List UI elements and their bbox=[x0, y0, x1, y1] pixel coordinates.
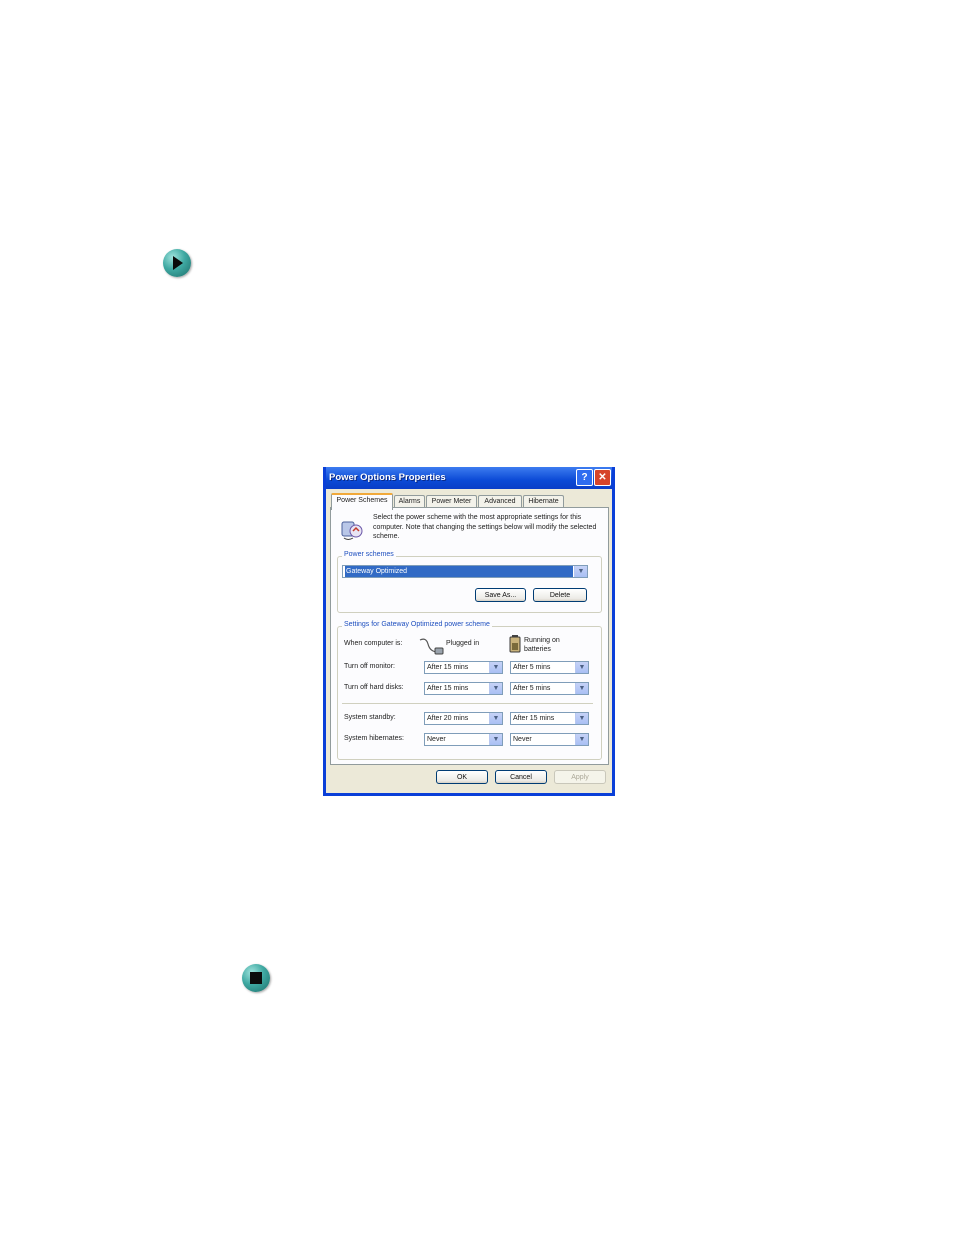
hard-disks-plugged-value: After 15 mins bbox=[427, 685, 469, 692]
standby-plugged-value: After 20 mins bbox=[427, 715, 469, 722]
on-batteries-label: Running on batteries bbox=[524, 637, 560, 653]
power-scheme-value: Gateway Optimized bbox=[345, 566, 573, 577]
settings-divider bbox=[342, 703, 593, 704]
settings-group: Settings for Gateway Optimized power sch… bbox=[337, 621, 602, 760]
title-bar[interactable]: Power Options Properties ? ✕ bbox=[326, 467, 612, 489]
power-options-dialog: Power Options Properties ? ✕ Power Schem… bbox=[323, 467, 615, 796]
chevron-down-icon[interactable]: ▼ bbox=[575, 683, 588, 694]
battery-icon bbox=[509, 635, 521, 653]
hibernates-plugged-select[interactable]: Never ▼ bbox=[424, 733, 503, 746]
intro-text: Select the power scheme with the most ap… bbox=[373, 514, 597, 540]
ok-button[interactable]: OK bbox=[436, 770, 488, 784]
help-button[interactable]: ? bbox=[576, 469, 593, 486]
chevron-down-icon[interactable]: ▼ bbox=[489, 662, 502, 673]
hibernates-plugged-value: Never bbox=[427, 736, 446, 743]
cancel-button[interactable]: Cancel bbox=[495, 770, 547, 784]
power-schemes-panel: Select the power scheme with the most ap… bbox=[330, 507, 609, 765]
procedure-start-icon bbox=[163, 249, 191, 277]
standby-battery-value: After 15 mins bbox=[513, 715, 555, 722]
power-scheme-icon bbox=[341, 521, 363, 540]
chevron-down-icon[interactable]: ▼ bbox=[574, 566, 587, 577]
standby-battery-select[interactable]: After 15 mins ▼ bbox=[510, 712, 589, 725]
close-button[interactable]: ✕ bbox=[594, 469, 611, 486]
plugged-in-label: Plugged in bbox=[446, 640, 480, 647]
chevron-down-icon[interactable]: ▼ bbox=[575, 713, 588, 724]
standby-label: System standby: bbox=[344, 714, 396, 721]
monitor-battery-value: After 5 mins bbox=[513, 664, 551, 671]
monitor-battery-select[interactable]: After 5 mins ▼ bbox=[510, 661, 589, 674]
power-schemes-group: Power schemes Gateway Optimized ▼ Save A… bbox=[337, 551, 602, 613]
hibernates-battery-select[interactable]: Never ▼ bbox=[510, 733, 589, 746]
when-computer-label: When computer is: bbox=[344, 640, 403, 647]
power-schemes-legend: Power schemes bbox=[342, 551, 396, 558]
stop-square-icon bbox=[250, 972, 262, 984]
standby-plugged-select[interactable]: After 20 mins ▼ bbox=[424, 712, 503, 725]
chevron-down-icon[interactable]: ▼ bbox=[575, 734, 588, 745]
hard-disks-battery-value: After 5 mins bbox=[513, 685, 551, 692]
procedure-end-icon bbox=[242, 964, 270, 992]
monitor-label: Turn off monitor: bbox=[344, 663, 395, 670]
save-as-button[interactable]: Save As... bbox=[475, 588, 526, 602]
plug-icon bbox=[419, 638, 444, 655]
settings-legend: Settings for Gateway Optimized power sch… bbox=[342, 621, 492, 628]
dialog-title: Power Options Properties bbox=[329, 472, 446, 483]
play-arrow-icon bbox=[173, 256, 183, 270]
chevron-down-icon[interactable]: ▼ bbox=[575, 662, 588, 673]
monitor-plugged-select[interactable]: After 15 mins ▼ bbox=[424, 661, 503, 674]
monitor-plugged-value: After 15 mins bbox=[427, 664, 469, 671]
hibernates-label: System hibernates: bbox=[344, 735, 404, 742]
delete-button[interactable]: Delete bbox=[533, 588, 587, 602]
hard-disks-label: Turn off hard disks: bbox=[344, 684, 404, 691]
chevron-down-icon[interactable]: ▼ bbox=[489, 734, 502, 745]
hard-disks-battery-select[interactable]: After 5 mins ▼ bbox=[510, 682, 589, 695]
power-scheme-select[interactable]: Gateway Optimized ▼ bbox=[342, 565, 588, 578]
chevron-down-icon[interactable]: ▼ bbox=[489, 713, 502, 724]
chevron-down-icon[interactable]: ▼ bbox=[489, 683, 502, 694]
apply-button[interactable]: Apply bbox=[554, 770, 606, 784]
hibernates-battery-value: Never bbox=[513, 736, 532, 743]
dialog-client: Power Schemes Alarms Power Meter Advance… bbox=[326, 489, 612, 793]
tab-power-schemes[interactable]: Power Schemes bbox=[331, 493, 393, 510]
hard-disks-plugged-select[interactable]: After 15 mins ▼ bbox=[424, 682, 503, 695]
